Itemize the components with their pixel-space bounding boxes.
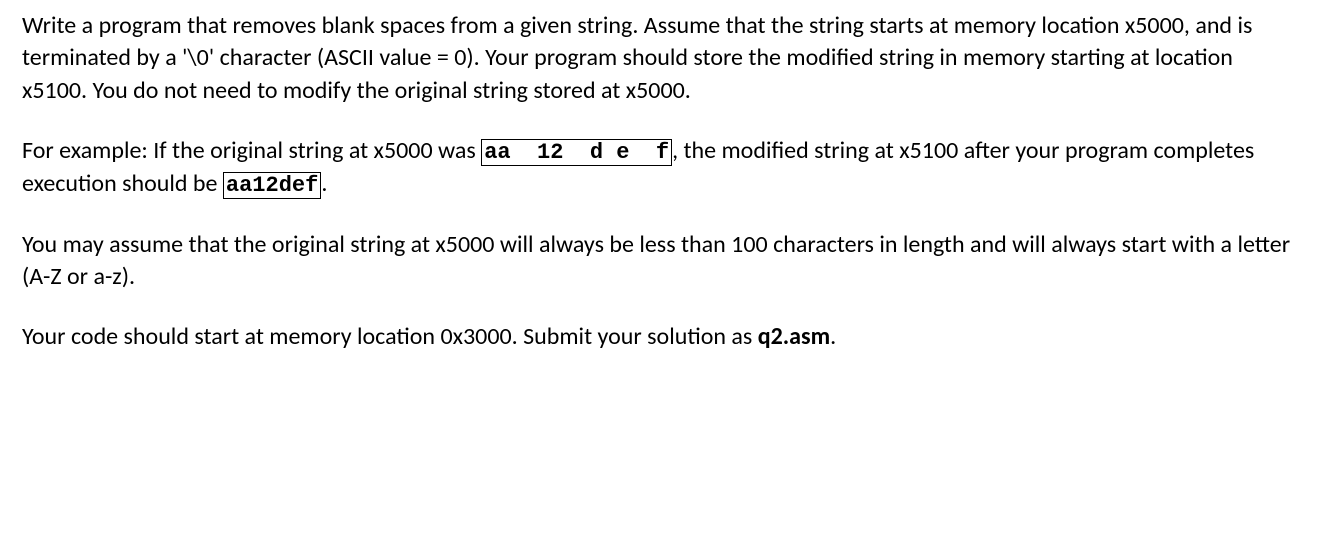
- code-example-output: aa12def: [223, 172, 321, 199]
- code-example-input: aa 12 d e f: [481, 139, 672, 166]
- paragraph-3: You may assume that the original string …: [22, 229, 1298, 294]
- paragraph-4: Your code should start at memory locatio…: [22, 321, 1298, 353]
- filename: q2.asm: [758, 322, 830, 351]
- p4-text-b: .: [830, 322, 836, 351]
- paragraph-2: For example: If the original string at x…: [22, 135, 1298, 200]
- paragraph-1: Write a program that removes blank space…: [22, 10, 1298, 107]
- p4-text-a: Your code should start at memory locatio…: [22, 322, 758, 351]
- p2-text-a: For example: If the original string at x…: [22, 136, 481, 165]
- p2-text-c: .: [321, 169, 327, 198]
